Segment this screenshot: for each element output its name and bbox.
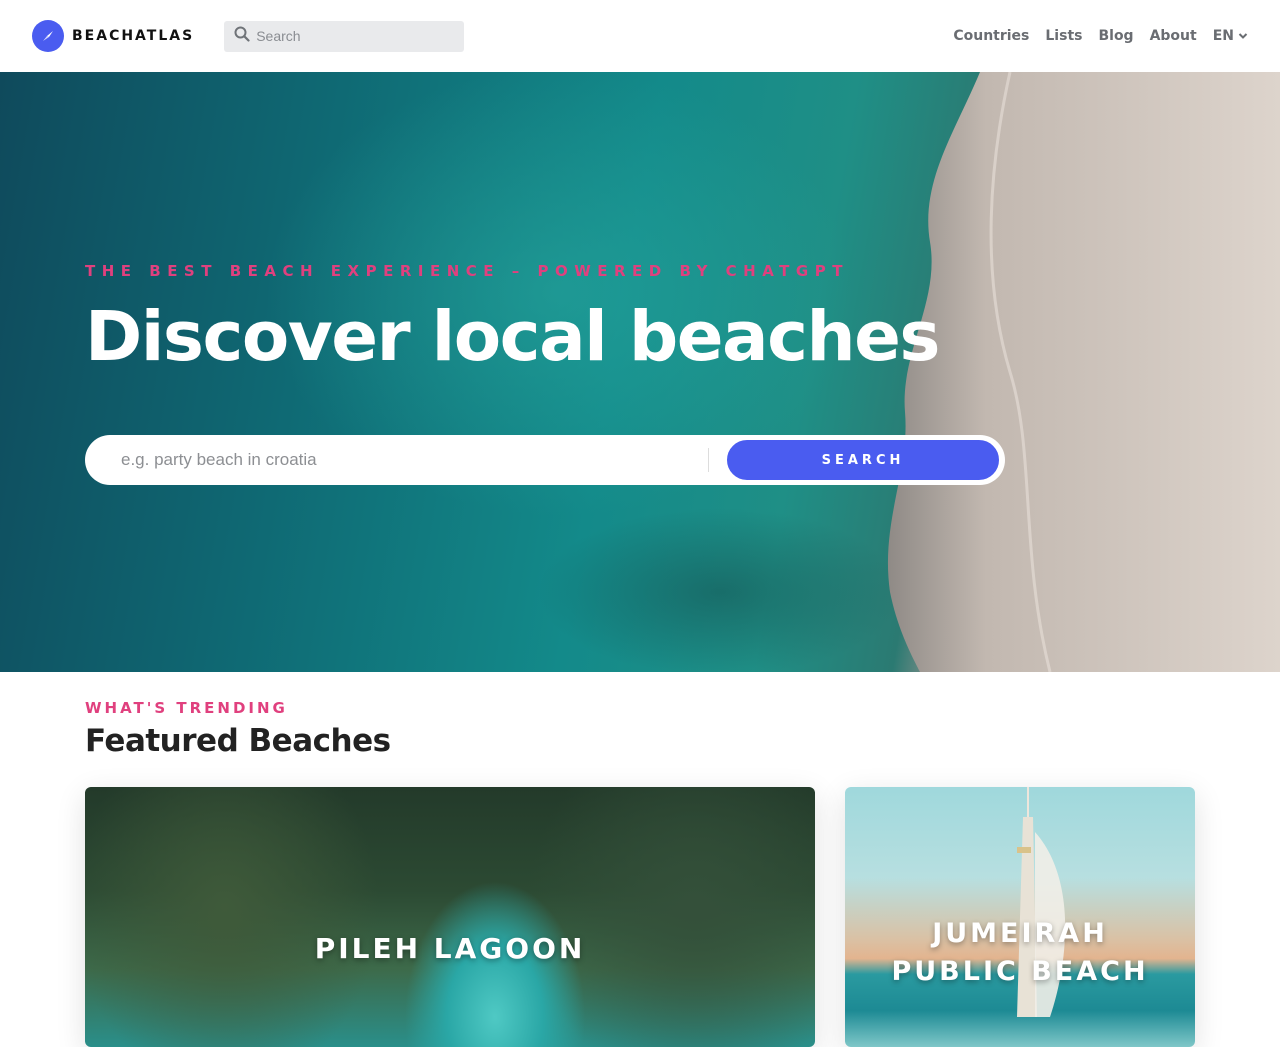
hero-search-input[interactable] <box>121 450 701 470</box>
featured-card-pileh-lagoon[interactable]: PILEH LAGOON <box>85 787 815 1047</box>
hero-search-button[interactable]: SEARCH <box>725 438 1001 482</box>
language-label: EN <box>1212 28 1234 44</box>
featured-title: Featured Beaches <box>85 723 391 759</box>
chevron-down-icon <box>1238 28 1248 44</box>
header-search-input[interactable] <box>256 28 447 44</box>
card-title: PILEH LAGOON <box>314 932 586 965</box>
nav-lists[interactable]: Lists <box>1045 28 1082 44</box>
brand-logo[interactable]: BEACHATLAS <box>32 20 194 52</box>
compass-logo-icon <box>32 20 64 52</box>
nav-countries[interactable]: Countries <box>953 28 1029 44</box>
hero-section: THE BEST BEACH EXPERIENCE – POWERED BY C… <box>0 72 1280 672</box>
header-search[interactable] <box>224 20 465 52</box>
nav-about[interactable]: About <box>1150 28 1197 44</box>
hero-title: Discover local beaches <box>85 297 940 377</box>
nav-blog[interactable]: Blog <box>1098 28 1133 44</box>
card-title: JUMEIRAH PUBLIC BEACH <box>891 918 1149 987</box>
featured-tag: WHAT'S TRENDING <box>85 699 288 717</box>
brand-name: BEACHATLAS <box>72 28 195 44</box>
main-nav: Countries Lists Blog About EN <box>953 28 1248 44</box>
search-icon <box>234 26 250 47</box>
featured-card-jumeirah-public-beach[interactable]: JUMEIRAH PUBLIC BEACH <box>845 787 1195 1047</box>
hero-tagline: THE BEST BEACH EXPERIENCE – POWERED BY C… <box>85 262 849 280</box>
search-divider <box>708 448 709 472</box>
hero-search-form: SEARCH <box>85 435 1005 485</box>
language-selector[interactable]: EN <box>1213 28 1248 44</box>
site-header: BEACHATLAS Countries Lists Blog About EN <box>0 0 1280 72</box>
